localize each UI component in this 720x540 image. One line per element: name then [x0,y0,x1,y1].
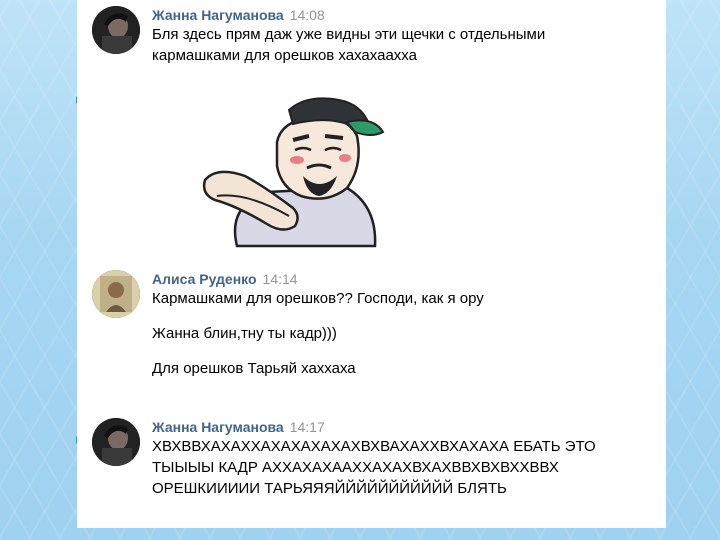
avatar[interactable] [92,418,140,466]
avatar[interactable] [92,270,140,318]
message-text: ХВХВВХАХАХХАХАХАХАХАХВХВАХАХХВХАХАХА ЕБА… [152,438,596,455]
sticker-image [197,96,387,256]
message-text: Жанна блин,тну ты кадр))) [152,325,337,342]
author-name[interactable]: Алиса Руденко [152,271,257,287]
author-name[interactable]: Жанна Нагуманова [152,7,284,23]
message-header: Жанна Нагуманова 14:17 [152,418,656,436]
message-time[interactable]: 14:08 [290,7,325,23]
message-text: кармашками для орешков хахахаахха [152,47,417,64]
message-text: Для орешков Тарьяй хаххаха [152,360,356,377]
message-text: Кармашками для орешков?? Господи, как я … [152,290,484,307]
message-time[interactable]: 14:17 [290,419,325,435]
message-time[interactable]: 14:14 [263,271,298,287]
avatar[interactable] [92,6,140,54]
message-header: Алиса Руденко 14:14 [152,270,656,288]
message-text: ТЫЫЫЫ КАДР АХХАХАХААХХАХАХВХАХВВХВХВХХВВ… [152,459,559,476]
chat-panel: Жанна Нагуманова 14:08 Бля здесь прям даж… [77,0,666,528]
message-text: ОРЕШКИИИИИ ТАРЬЯЯЯЙЙЙЙЙЙЙЙЙЙЙ БЛЯТЬ [152,480,507,497]
author-name[interactable]: Жанна Нагуманова [152,419,284,435]
message-text: Бля здесь прям даж уже видны эти щечки с… [152,26,546,43]
message-header: Жанна Нагуманова 14:08 [152,6,656,24]
